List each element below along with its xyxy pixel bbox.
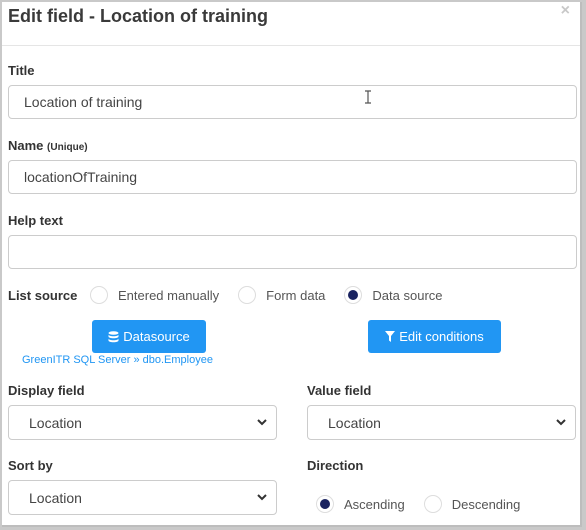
value-field-label: Value field: [307, 383, 372, 398]
chevron-down-icon: [556, 419, 566, 426]
name-label: Name (Unique): [8, 138, 88, 153]
radio-form-data[interactable]: Form data: [238, 286, 325, 304]
radio-entered-manually[interactable]: Entered manually: [90, 286, 219, 304]
list-source-label: List source: [8, 288, 78, 303]
radio-descending[interactable]: Descending: [423, 495, 520, 513]
edit-conditions-button[interactable]: Edit conditions: [368, 320, 501, 353]
value-field-select[interactable]: Location: [307, 405, 576, 440]
name-input[interactable]: [8, 160, 577, 194]
chevron-down-icon: [257, 419, 267, 426]
filter-icon: [385, 331, 396, 342]
title-label: Title: [8, 63, 35, 78]
direction-radio-group: Ascending Descending: [316, 495, 536, 513]
dialog-title: Edit field - Location of training: [8, 6, 268, 26]
display-field-select[interactable]: Location: [8, 405, 277, 440]
display-field-label: Display field: [8, 383, 85, 398]
close-icon[interactable]: ×: [561, 2, 570, 20]
sort-by-select[interactable]: Location: [8, 480, 277, 515]
name-unique-hint: (Unique): [47, 142, 88, 153]
radio-data-source[interactable]: Data source: [344, 286, 443, 304]
help-text-input[interactable]: [8, 235, 577, 269]
radio-button[interactable]: [316, 495, 334, 513]
text-cursor-icon: [365, 90, 371, 104]
radio-button[interactable]: [238, 286, 257, 304]
help-text-label: Help text: [8, 213, 63, 228]
title-input[interactable]: [8, 85, 577, 119]
radio-button[interactable]: [423, 495, 442, 513]
edit-field-dialog: Edit field - Location of training × Titl…: [2, 2, 582, 527]
database-icon: [108, 330, 119, 342]
sort-by-label: Sort by: [8, 458, 53, 473]
datasource-link[interactable]: GreenITR SQL Server » dbo.Employee: [22, 354, 213, 366]
radio-ascending[interactable]: Ascending: [316, 495, 405, 513]
direction-label: Direction: [307, 458, 364, 473]
dialog-header: Edit field - Location of training ×: [2, 2, 580, 46]
list-source-radio-group: Entered manually Form data Data source: [90, 286, 459, 304]
radio-button[interactable]: [90, 286, 108, 304]
chevron-down-icon: [257, 494, 267, 501]
radio-button[interactable]: [344, 286, 363, 304]
datasource-button[interactable]: Datasource: [92, 320, 206, 353]
